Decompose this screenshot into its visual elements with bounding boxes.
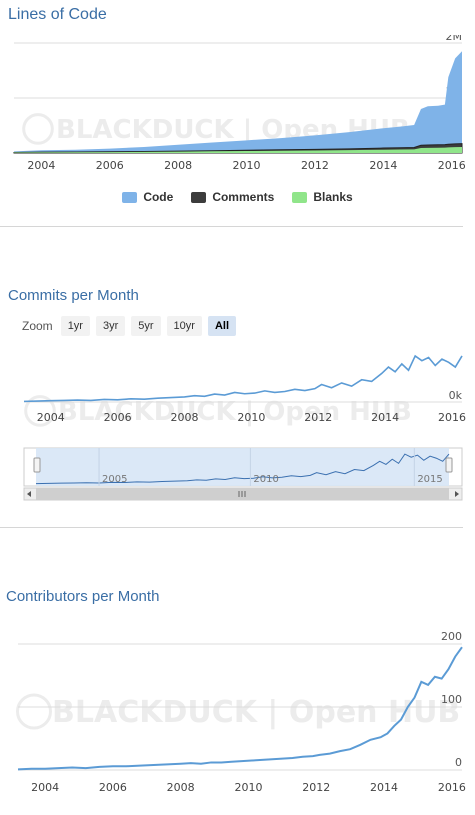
contributors-x-tick-label: 2014 — [370, 781, 398, 794]
loc-y-tick-label: 2M — [446, 35, 463, 43]
legend-label-code: Code — [143, 190, 174, 204]
navigator-right-handle[interactable] — [445, 457, 453, 473]
loc-x-tick-label: 2008 — [164, 159, 192, 172]
watermark-logo — [16, 693, 52, 730]
navigator-tick-label: 2005 — [102, 474, 127, 485]
watermark-text: BLACKDUCK | Open HUB — [52, 695, 460, 730]
loc-chart: BLACKDUCK | Open HUB0M1M2M20042006200820… — [13, 35, 466, 172]
zoom-all-button[interactable]: All — [207, 316, 236, 336]
zoom-controls: Zoom 1yr 3yr 5yr 10yr All — [22, 315, 236, 337]
commits-x-tick-label: 2014 — [371, 411, 399, 424]
loc-title: Lines of Code — [8, 6, 107, 23]
contributors-title: Contributors per Month — [6, 588, 160, 605]
contributors-x-tick-label: 2010 — [234, 781, 262, 794]
zoom-1yr-button[interactable]: 1yr — [60, 316, 90, 336]
navigator-left-handle[interactable] — [33, 457, 41, 473]
zoom-label: Zoom — [22, 319, 53, 333]
commits-chart: BLACKDUCK | Open HUB0k2004 2006 2008 2010 20… — [23, 354, 466, 427]
loc-x-tick-label: 2016 — [438, 159, 466, 172]
watermark-logo — [22, 113, 54, 145]
contributors-x-tick-label: 2004 — [31, 781, 59, 794]
legend-blanks[interactable]: Blanks — [292, 190, 353, 204]
loc-x-tick-label: 2006 — [96, 159, 124, 172]
contributors-y-tick-label: 100 — [441, 693, 462, 706]
navigator-selection — [36, 448, 449, 486]
contributors-x-tick-label: 2008 — [167, 781, 195, 794]
legend-swatch-code — [122, 191, 138, 203]
loc-x-tick-label: 2012 — [301, 159, 329, 172]
legend-comments[interactable]: Comments — [191, 190, 274, 204]
loc-x-tick-label: 2004 — [27, 159, 55, 172]
loc-x-tick-label: 2010 — [233, 159, 261, 172]
loc-legend: Code Comments Blanks — [0, 190, 475, 204]
zoom-5yr-button[interactable]: 5yr — [131, 316, 161, 336]
zoom-10yr-button[interactable]: 10yr — [166, 316, 202, 336]
commits-title: Commits per Month — [8, 287, 139, 304]
contributors-x-tick-label: 2016 — [438, 781, 466, 794]
loc-x-tick-label: 2014 — [369, 159, 397, 172]
commits-x-tick-label: 2006 — [104, 411, 132, 424]
legend-swatch-blanks — [292, 191, 308, 203]
commits-x-tick-label: 2010 — [237, 411, 265, 424]
commits-x-tick-label: 2012 — [304, 411, 332, 424]
section-divider — [0, 226, 463, 227]
section-divider — [0, 527, 463, 528]
commits-x-tick-label: 2004 — [37, 411, 65, 424]
legend-label-blanks: Blanks — [313, 190, 353, 204]
legend-swatch-comments — [191, 191, 207, 203]
contributors-x-tick-label: 2006 — [99, 781, 127, 794]
commits-y-tick-label: 0k — [449, 389, 463, 402]
legend-code[interactable]: Code — [122, 190, 173, 204]
legend-label-comments: Comments — [212, 190, 275, 204]
navigator-tick-label: 2010 — [253, 474, 278, 485]
contributors-y-tick-label: 0 — [455, 756, 462, 769]
contributors-x-tick-label: 2012 — [302, 781, 330, 794]
commits-navigator[interactable]: 2005 2010 2015 — [0, 444, 475, 504]
commits-x-tick-label: 2016 — [438, 411, 466, 424]
commits-series-line — [23, 354, 463, 403]
contributors-y-tick-label: 200 — [441, 630, 462, 643]
commits-x-tick-label: 2008 — [170, 411, 198, 424]
contributors-chart: BLACKDUCK | Open HUB 0 100 200 2004 2006 2008 2… — [16, 630, 466, 794]
navigator-tick-label: 2015 — [417, 474, 442, 485]
zoom-3yr-button[interactable]: 3yr — [95, 316, 126, 336]
